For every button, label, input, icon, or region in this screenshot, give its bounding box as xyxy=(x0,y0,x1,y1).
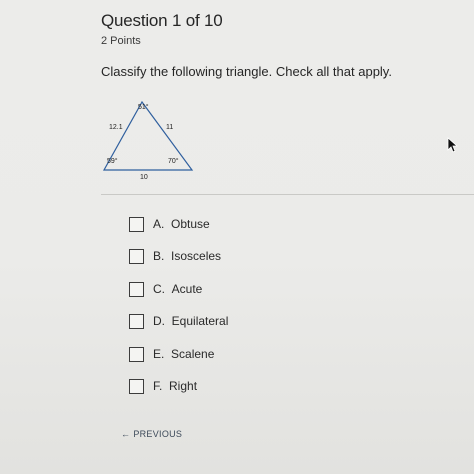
option-c-checkbox[interactable] xyxy=(129,281,144,297)
question-title: Question 1 of 10 xyxy=(101,11,223,30)
option-f-text: Right xyxy=(169,379,198,393)
angle-top-label: 51° xyxy=(138,103,149,111)
question-points: 2 Points xyxy=(101,35,141,47)
option-e-letter: E. xyxy=(153,347,165,361)
quiz-page: Question 1 of 10 2 Points Classify the f… xyxy=(0,0,474,474)
previous-button[interactable]: ← PREVIOUS xyxy=(121,429,182,439)
option-f[interactable]: F. Right xyxy=(129,376,197,396)
option-f-checkbox[interactable] xyxy=(129,378,144,394)
option-e[interactable]: E. Scalene xyxy=(129,344,214,364)
question-prompt: Classify the following triangle. Check a… xyxy=(101,64,392,79)
option-d-text: Equilateral xyxy=(171,314,229,328)
angle-right-label: 70° xyxy=(168,157,179,165)
previous-label: PREVIOUS xyxy=(133,429,183,439)
option-f-letter: F. xyxy=(153,379,163,393)
option-c-letter: C. xyxy=(153,282,165,296)
option-c[interactable]: C. Acute xyxy=(129,279,202,299)
option-b-checkbox[interactable] xyxy=(129,248,144,264)
arrow-left-icon: ← xyxy=(121,429,131,439)
option-d[interactable]: D. Equilateral xyxy=(129,311,228,331)
option-b-text: Isosceles xyxy=(171,249,222,263)
side-left-label: 12.1 xyxy=(109,124,123,131)
option-b-letter: B. xyxy=(153,249,165,263)
side-right-label: 11 xyxy=(166,124,173,131)
option-a[interactable]: A. Obtuse xyxy=(129,214,210,234)
option-c-text: Acute xyxy=(171,282,203,296)
option-e-text: Scalene xyxy=(171,347,215,361)
triangle-figure: 51° 59° 70° 12.1 11 10 xyxy=(102,100,194,181)
divider xyxy=(101,194,474,195)
option-b[interactable]: B. Isosceles xyxy=(129,246,221,266)
side-bottom-label: 10 xyxy=(140,174,148,181)
angle-left-label: 59° xyxy=(107,157,118,165)
option-a-letter: A. xyxy=(153,217,165,231)
mouse-cursor-icon xyxy=(447,137,459,153)
option-a-checkbox[interactable] xyxy=(129,216,144,232)
option-a-text: Obtuse xyxy=(171,217,210,231)
option-d-letter: D. xyxy=(153,314,165,328)
option-d-checkbox[interactable] xyxy=(129,313,144,329)
option-e-checkbox[interactable] xyxy=(129,346,144,362)
